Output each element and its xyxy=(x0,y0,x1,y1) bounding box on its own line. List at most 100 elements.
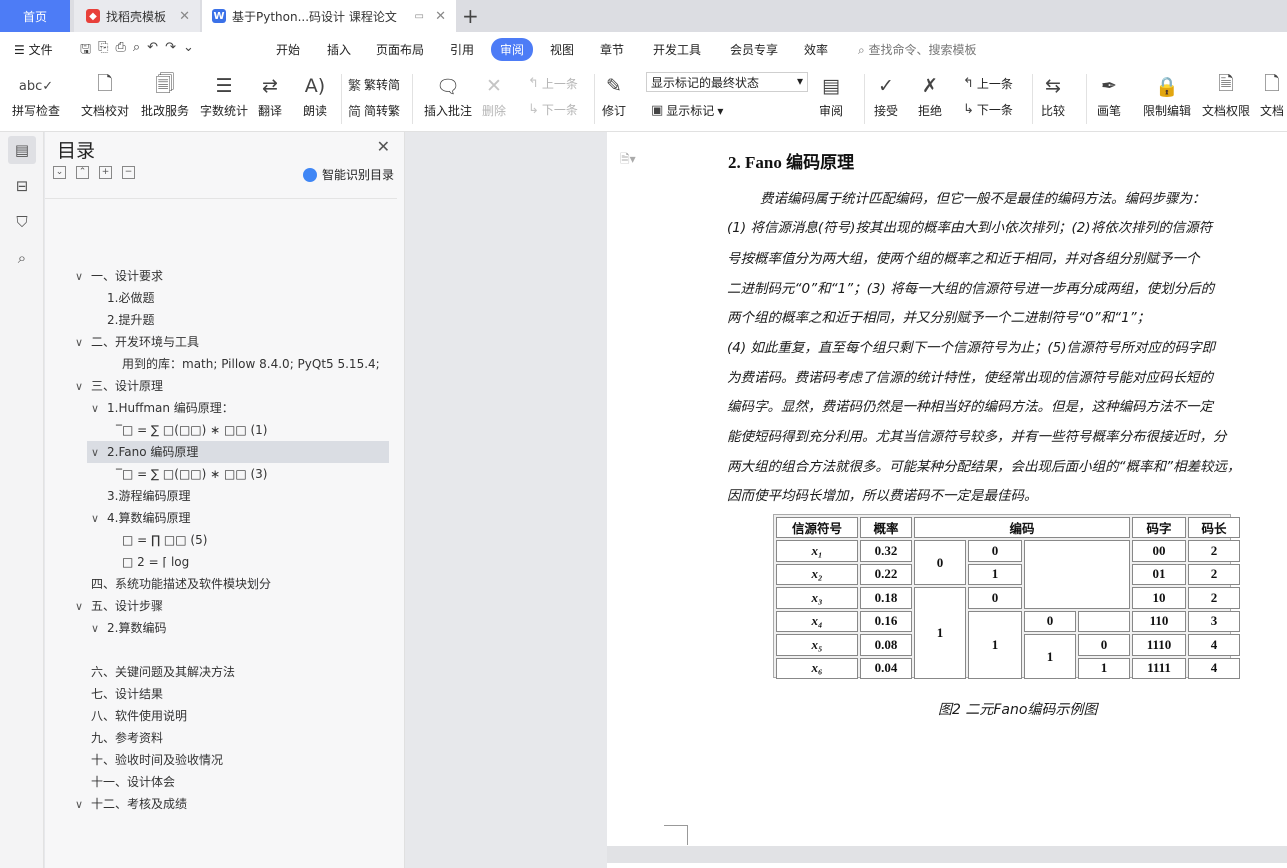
toc-item[interactable]: 七、设计结果 xyxy=(91,683,163,705)
toc-item[interactable]: □ = ∏ □□ (5) xyxy=(122,529,207,551)
markup-state-select[interactable]: 显示标记的最终状态 ▾ xyxy=(646,72,808,92)
add-heading-icon[interactable]: + xyxy=(99,166,112,179)
toc-item[interactable]: ̅□ = ∑ □(□□) ∗ □□ (1) xyxy=(122,419,267,441)
doc-more-label: 文档 xyxy=(1260,104,1285,118)
customize-icon[interactable]: ⌄ xyxy=(183,40,194,62)
review-service-button[interactable]: 🗐 批改服务 xyxy=(141,72,189,119)
menu-reference[interactable]: 引用 xyxy=(450,41,474,58)
next-change-button[interactable]: ↳ 下一条 xyxy=(963,101,1013,118)
menu-page-layout[interactable]: 页面布局 xyxy=(376,41,424,58)
chevron-down-icon[interactable]: ∨ xyxy=(91,398,107,420)
prev-comment-button[interactable]: ↰ 上一条 xyxy=(528,75,578,92)
close-icon[interactable]: ✕ xyxy=(179,9,190,24)
chevron-down-icon[interactable]: ∨ xyxy=(75,596,91,618)
chevron-down-icon[interactable]: ∨ xyxy=(75,794,91,816)
close-icon[interactable]: ✕ xyxy=(435,9,446,24)
chevron-down-icon[interactable]: ∨ xyxy=(75,266,91,288)
toc-item[interactable]: 四、系统功能描述及软件模块划分 xyxy=(91,573,271,595)
toc-item[interactable]: 九、参考资料 xyxy=(91,727,163,749)
read-aloud-button[interactable]: A) 朗读 xyxy=(303,72,327,119)
review-pane-button[interactable]: ▤ 审阅 xyxy=(819,72,843,119)
spell-check-button[interactable]: abc✓ 拼写检查 xyxy=(12,72,60,119)
toc-item[interactable]: ∨ 2.算数编码 xyxy=(91,617,166,639)
print-icon[interactable]: ⎙ xyxy=(115,40,125,62)
collapse-all-icon[interactable]: ⌄ xyxy=(53,166,66,179)
toc-item[interactable]: 3.游程编码原理 xyxy=(107,485,190,507)
page-options-icon[interactable]: 🗎▾ xyxy=(620,150,636,171)
prev-change-button[interactable]: ↰ 上一条 xyxy=(963,75,1013,92)
delete-comment-button[interactable]: ✕ 删除 xyxy=(482,72,506,119)
translate-button[interactable]: ⇄ 翻译 xyxy=(258,72,282,119)
command-search[interactable]: ⌕ 查找命令、搜索模板 xyxy=(858,41,977,58)
close-icon[interactable]: ✕ xyxy=(377,137,390,156)
toc-item[interactable]: 十一、设计体会 xyxy=(91,771,175,793)
chevron-down-icon[interactable]: ∨ xyxy=(75,332,91,354)
show-markup-button[interactable]: ▣ 显示标记 ▾ xyxy=(651,102,723,119)
next-page[interactable] xyxy=(607,863,1287,868)
tab-document[interactable]: W 基于Python...码设计 课程论文 ▭ ✕ xyxy=(202,0,456,32)
remove-heading-icon[interactable]: − xyxy=(122,166,135,179)
toc-item-selected[interactable]: ∨ 2.Fano 编码原理 xyxy=(87,441,389,463)
new-tab-button[interactable]: + xyxy=(462,4,479,28)
chevron-down-icon[interactable]: ∨ xyxy=(91,618,107,640)
tab-template[interactable]: ◆ 找稻壳模板 ✕ xyxy=(74,0,200,32)
doc-permission-button[interactable]: 🗎 文档权限 xyxy=(1202,72,1250,119)
table-cell-length: 2 xyxy=(1188,587,1240,609)
menu-view[interactable]: 视图 xyxy=(550,41,574,58)
toc-item[interactable]: □ 2 = ⌈ log xyxy=(122,551,189,573)
simp-to-trad-button[interactable]: 简简转繁 xyxy=(348,101,400,120)
doc-more-button[interactable]: 🗋 文档 xyxy=(1260,72,1284,119)
menu-chapter[interactable]: 章节 xyxy=(600,41,624,58)
menu-start[interactable]: 开始 xyxy=(276,41,300,58)
doc-proofread-button[interactable]: 🗋 文档校对 xyxy=(81,72,129,119)
export-icon[interactable]: ⎘ xyxy=(98,40,108,62)
search-icon[interactable]: ⌕ xyxy=(8,244,36,272)
toc-item[interactable]: 八、软件使用说明 xyxy=(91,705,187,727)
toc-panel-icon[interactable]: ▤ xyxy=(8,136,36,164)
accept-button[interactable]: ✓ 接受 xyxy=(874,72,898,119)
file-menu[interactable]: ☰ 文件 xyxy=(14,41,53,58)
trad-to-simp-button[interactable]: 繁繁转简 xyxy=(348,75,400,94)
toc-item[interactable]: 1.必做题 xyxy=(107,287,154,309)
menu-insert[interactable]: 插入 xyxy=(327,41,351,58)
print-preview-icon[interactable]: ⌕ xyxy=(133,40,140,62)
menu-efficiency[interactable]: 效率 xyxy=(804,41,828,58)
toc-item[interactable]: 六、关键问题及其解决方法 xyxy=(91,661,235,683)
toc-item[interactable]: ∨ 一、设计要求 xyxy=(75,265,385,287)
section-nav-icon[interactable]: ⊟ xyxy=(8,172,36,200)
toc-item[interactable]: ∨ 五、设计步骤 xyxy=(75,595,163,617)
window-mode-icon[interactable]: ▭ xyxy=(415,11,424,22)
undo-icon[interactable]: ↶ xyxy=(147,40,158,62)
redo-icon[interactable]: ↷ xyxy=(165,40,176,62)
toc-item[interactable]: ̅□ = ∑ □(□□) ∗ □□ (3) xyxy=(122,463,267,485)
toc-item[interactable]: ∨ 1.Huffman 编码原理： xyxy=(91,397,234,419)
chevron-down-icon[interactable]: ∨ xyxy=(91,442,107,464)
pen-button[interactable]: ✒ 画笔 xyxy=(1097,72,1121,119)
toc-item[interactable]: 十、验收时间及验收情况 xyxy=(91,749,223,771)
toc-item[interactable]: ∨ 三、设计原理 xyxy=(75,375,163,397)
restrict-edit-button[interactable]: 🔒 限制编辑 xyxy=(1143,72,1191,119)
reject-button[interactable]: ✗ 拒绝 xyxy=(918,72,942,119)
insert-comment-button[interactable]: 🗨 插入批注 xyxy=(424,72,472,119)
bookmark-icon[interactable]: ⛉ xyxy=(8,208,36,236)
fano-table[interactable]: 信源符号 概率 编码 码字 码长 x₁ x₂ x₃ x₄ x₅ x₆ 0.32 … xyxy=(773,514,1240,679)
toc-item[interactable]: ∨ 二、开发环境与工具 xyxy=(75,331,199,353)
chevron-down-icon[interactable]: ∨ xyxy=(91,508,107,530)
track-changes-button[interactable]: ✎ 修订 xyxy=(602,72,626,119)
expand-all-icon[interactable]: ⌃ xyxy=(76,166,89,179)
tab-home[interactable]: 首页 xyxy=(0,0,70,32)
toc-item[interactable]: ∨ 十二、考核及成绩 xyxy=(75,793,187,815)
word-count-button[interactable]: ☰ 字数统计 xyxy=(200,72,248,119)
smart-toc-button[interactable]: 智能识别目录 xyxy=(302,166,394,183)
toc-item[interactable]: 2.提升题 xyxy=(107,309,154,331)
menu-member[interactable]: 会员专享 xyxy=(730,41,778,58)
toc-item[interactable]: ∨ 4.算数编码原理 xyxy=(91,507,190,529)
menu-developer[interactable]: 开发工具 xyxy=(653,41,701,58)
toc-item[interactable]: 用到的库：math; Pillow 8.4.0; PyQt5 5.15.4; xyxy=(122,353,380,375)
next-comment-button[interactable]: ↳ 下一条 xyxy=(528,101,578,118)
menu-bar: ☰ 文件 🖫 ⎘ ⎙ ⌕ ↶ ↷ ⌄ 开始 插入 页面布局 引用 审阅 视图 章… xyxy=(0,32,1287,66)
save-icon[interactable]: 🖫 xyxy=(80,40,91,62)
compare-button[interactable]: ⇆ 比较 xyxy=(1041,72,1065,119)
chevron-down-icon[interactable]: ∨ xyxy=(75,376,91,398)
menu-review[interactable]: 审阅 xyxy=(491,38,534,61)
